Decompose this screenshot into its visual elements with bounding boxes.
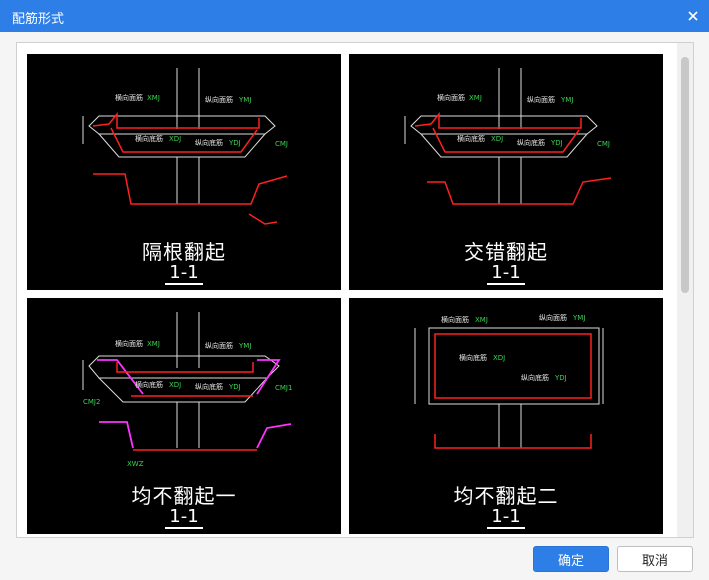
label-bottom-longitudinal: 纵向底筋 [521,373,549,382]
close-icon[interactable] [683,6,703,26]
label-top-transverse: 横向面筋 [441,315,469,324]
label-top-transverse: 横向面筋 [115,93,143,102]
label-bottom-longitudinal: 纵向底筋 [195,382,223,391]
rebar-options-frame: 横向面筋 XMJ 纵向面筋 YMJ 横向底筋 XDJ 纵向底筋 YDJ CMJ … [16,42,694,538]
option-name: 隔根翻起 [142,240,226,264]
cancel-button[interactable]: 取消 [617,546,693,572]
dialog-body: 横向面筋 XMJ 纵向面筋 YMJ 横向底筋 XDJ 纵向底筋 YDJ CMJ … [0,32,709,580]
code-xdj: XDJ [493,354,505,362]
code-xdj: XDJ [169,381,181,389]
code-ymj: YMJ [238,342,251,350]
code-ydj: YDJ [554,374,567,382]
code-ymj: YMJ [238,96,251,104]
code-ymj: YMJ [560,96,573,104]
vertical-scrollbar[interactable] [677,43,693,537]
option-panel-no-bend-one[interactable]: 横向面筋 XMJ 纵向面筋 YMJ 横向底筋 XDJ 纵向底筋 YDJ CMJ1… [27,298,341,534]
option-panel-alternate-bend[interactable]: 横向面筋 XMJ 纵向面筋 YMJ 横向底筋 XDJ 纵向底筋 YDJ CMJ … [27,54,341,290]
code-xwz: XWZ [127,460,144,468]
code-xdj: XDJ [169,135,181,143]
section-label: 1-1 [27,262,341,285]
code-xmj: XMJ [475,316,488,324]
label-top-transverse: 横向面筋 [115,339,143,348]
code-ydj: YDJ [550,139,563,147]
window-title: 配筋形式 [12,12,65,27]
code-xmj: XMJ [147,94,160,102]
code-cmj2: CMJ2 [83,398,100,406]
title-bar: 配筋形式 [0,0,709,32]
code-ydj: YDJ [228,383,241,391]
option-name: 均不翻起一 [131,484,237,508]
option-panel-no-bend-two[interactable]: 横向面筋 XMJ 纵向面筋 YMJ 横向底筋 XDJ 纵向底筋 YDJ 均不翻起… [349,298,663,534]
option-name: 交错翻起 [464,240,548,264]
label-top-transverse: 横向面筋 [437,93,465,102]
code-xdj: XDJ [491,135,503,143]
label-top-longitudinal: 纵向面筋 [539,313,567,322]
label-bottom-longitudinal: 纵向底筋 [517,138,545,147]
ok-button[interactable]: 确定 [533,546,609,572]
code-ymj: YMJ [572,314,585,322]
label-top-longitudinal: 纵向面筋 [205,341,233,350]
option-panel-staggered-bend[interactable]: 横向面筋 XMJ 纵向面筋 YMJ 横向底筋 XDJ 纵向底筋 YDJ CMJ … [349,54,663,290]
code-cmj: CMJ [275,140,288,148]
label-bottom-transverse: 横向底筋 [135,380,163,389]
label-top-longitudinal: 纵向面筋 [527,95,555,104]
label-bottom-transverse: 横向底筋 [459,353,487,362]
label-bottom-transverse: 横向底筋 [457,134,485,143]
label-top-longitudinal: 纵向面筋 [205,95,233,104]
code-xmj: XMJ [469,94,482,102]
option-name: 均不翻起二 [453,484,559,508]
code-cmj1: CMJ1 [275,384,292,392]
section-label: 1-1 [349,506,663,529]
label-bottom-transverse: 横向底筋 [135,134,163,143]
code-cmj: CMJ [597,140,610,148]
code-xmj: XMJ [147,340,160,348]
code-ydj: YDJ [228,139,241,147]
scrollbar-thumb[interactable] [681,57,689,293]
label-bottom-longitudinal: 纵向底筋 [195,138,223,147]
section-label: 1-1 [349,262,663,285]
section-label: 1-1 [27,506,341,529]
